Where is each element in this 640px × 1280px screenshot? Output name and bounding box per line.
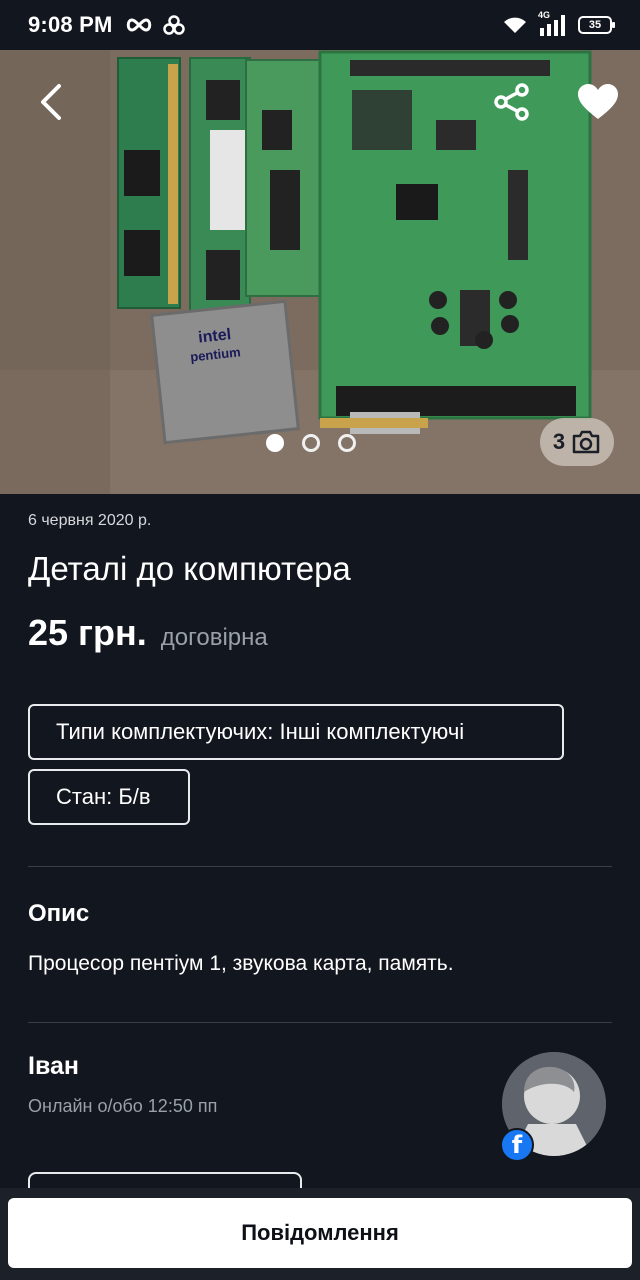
description-heading: Опис — [28, 900, 90, 927]
photo-count: 3 — [552, 429, 566, 454]
listing-price: 25 грн. — [28, 612, 147, 653]
facebook-icon: f — [500, 1128, 534, 1162]
pagination-dot[interactable] — [338, 434, 356, 452]
description-text: Процесор пентіум 1, звукова карта, памят… — [28, 952, 454, 975]
flower-icon — [162, 15, 185, 35]
gallery-pagination — [266, 434, 356, 452]
seller-online-status: Онлайн о/обо 12:50 пп — [28, 1096, 218, 1116]
listing-title: Деталі до компютера — [28, 550, 351, 587]
price-negotiable-label: договірна — [160, 624, 268, 651]
back-button[interactable] — [24, 74, 80, 130]
photo-gallery[interactable]: intel pentium 3 — [0, 50, 640, 494]
param-tag-component-type: Типи комплектуючих: Інші комплектуючі — [28, 704, 564, 760]
heart-icon — [578, 84, 618, 119]
camera-icon — [572, 430, 600, 454]
status-bar: 9:08 PM 4G 35 — [0, 0, 640, 50]
pagination-dot[interactable] — [302, 434, 320, 452]
bottom-action-bar: Повідомлення — [0, 1188, 640, 1280]
share-button[interactable] — [484, 74, 540, 130]
listing-date: 6 червня 2020 р. — [28, 512, 152, 529]
photo-count-badge[interactable]: 3 — [540, 418, 614, 466]
pagination-dot-active[interactable] — [266, 434, 284, 452]
param-tag-condition: Стан: Б/в — [28, 769, 190, 825]
svg-text:intel: intel — [197, 326, 231, 346]
divider — [28, 1022, 612, 1023]
seller-name[interactable]: Іван — [28, 1052, 79, 1081]
infinity-icon — [126, 18, 151, 32]
signal-icon: 4G — [538, 10, 568, 36]
battery-icon: 35 — [578, 16, 615, 34]
status-time: 9:08 PM — [28, 12, 113, 37]
arrow-left-icon — [41, 84, 61, 120]
share-icon — [494, 83, 529, 121]
wifi-icon — [504, 17, 526, 33]
message-button[interactable]: Повідомлення — [8, 1198, 632, 1268]
price-row: 25 грн. договірна — [28, 612, 268, 654]
favorite-button[interactable] — [568, 74, 628, 130]
divider — [28, 866, 612, 867]
